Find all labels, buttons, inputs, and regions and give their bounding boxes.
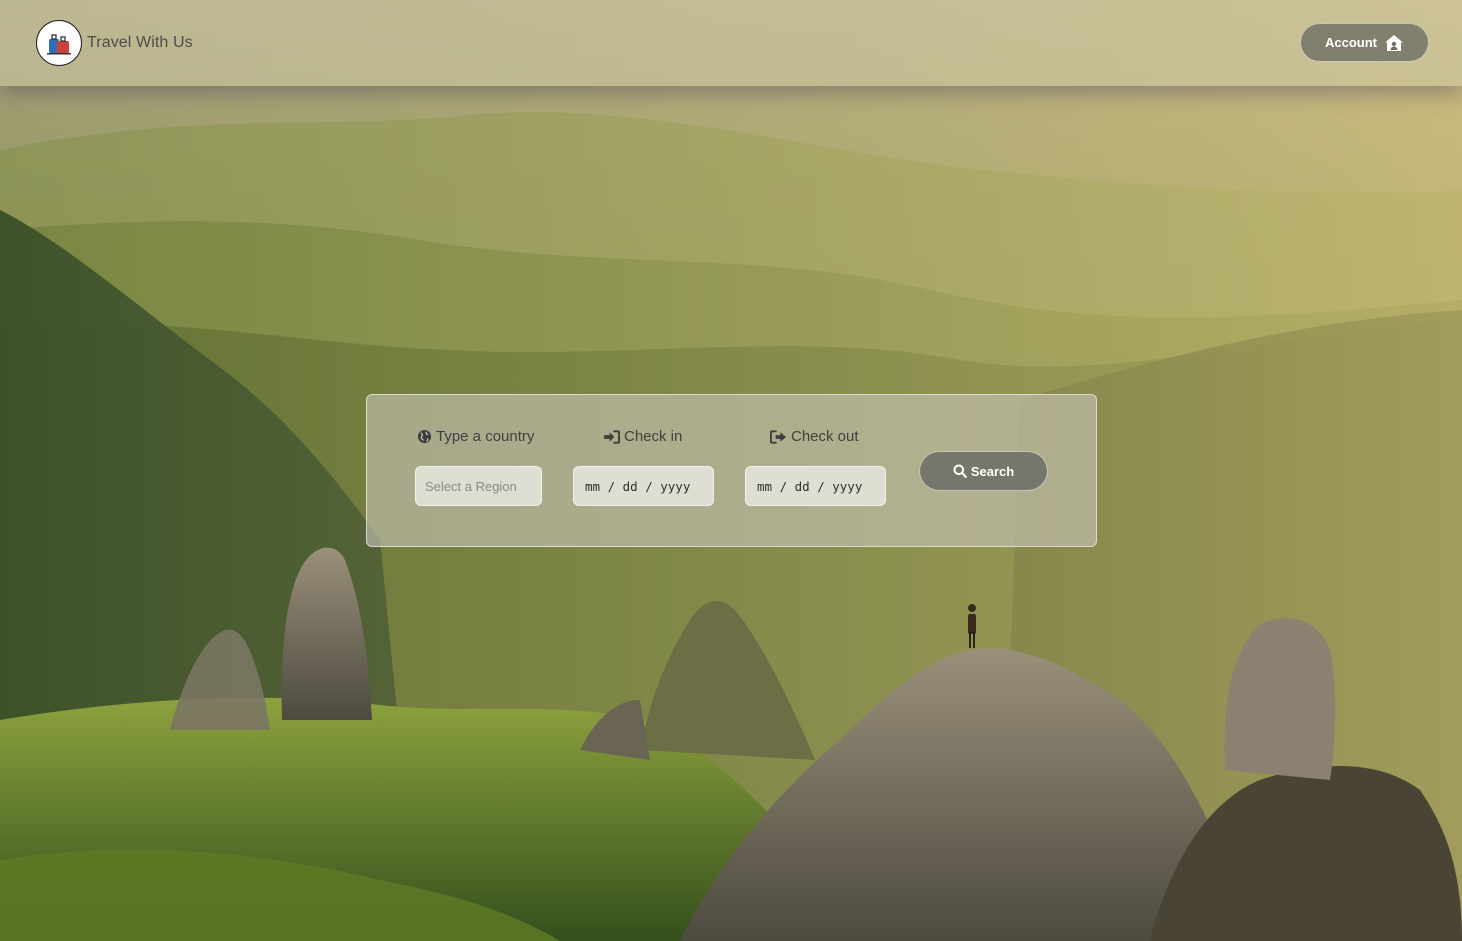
top-navbar: Travel With Us Account xyxy=(0,0,1462,86)
search-button-label: Search xyxy=(970,463,1015,479)
sign-out-icon xyxy=(770,429,787,444)
search-icon xyxy=(953,464,967,478)
house-user-icon xyxy=(1385,34,1403,51)
checkout-label-text: Check out xyxy=(791,428,859,445)
luggage-icon xyxy=(47,34,71,55)
country-label: Type a country xyxy=(417,428,534,445)
checkin-label-text: Check in xyxy=(624,428,683,445)
checkin-date-input[interactable]: mm / dd / yyyy xyxy=(573,466,714,506)
checkout-label: Check out xyxy=(770,428,859,445)
account-button-label: Account xyxy=(1325,35,1377,50)
globe-icon xyxy=(417,429,432,444)
search-button[interactable]: Search xyxy=(919,451,1048,491)
search-panel: Type a country Check in Check out Select… xyxy=(366,394,1097,547)
region-select[interactable]: Select a Region xyxy=(415,466,542,506)
country-label-text: Type a country xyxy=(436,428,535,445)
brand-name[interactable]: Travel With Us xyxy=(87,34,193,52)
checkin-label: Check in xyxy=(603,428,682,445)
checkout-date-input[interactable]: mm / dd / yyyy xyxy=(745,466,886,506)
brand-logo[interactable] xyxy=(36,20,82,66)
sign-in-icon xyxy=(603,429,620,444)
account-button[interactable]: Account xyxy=(1300,23,1429,62)
